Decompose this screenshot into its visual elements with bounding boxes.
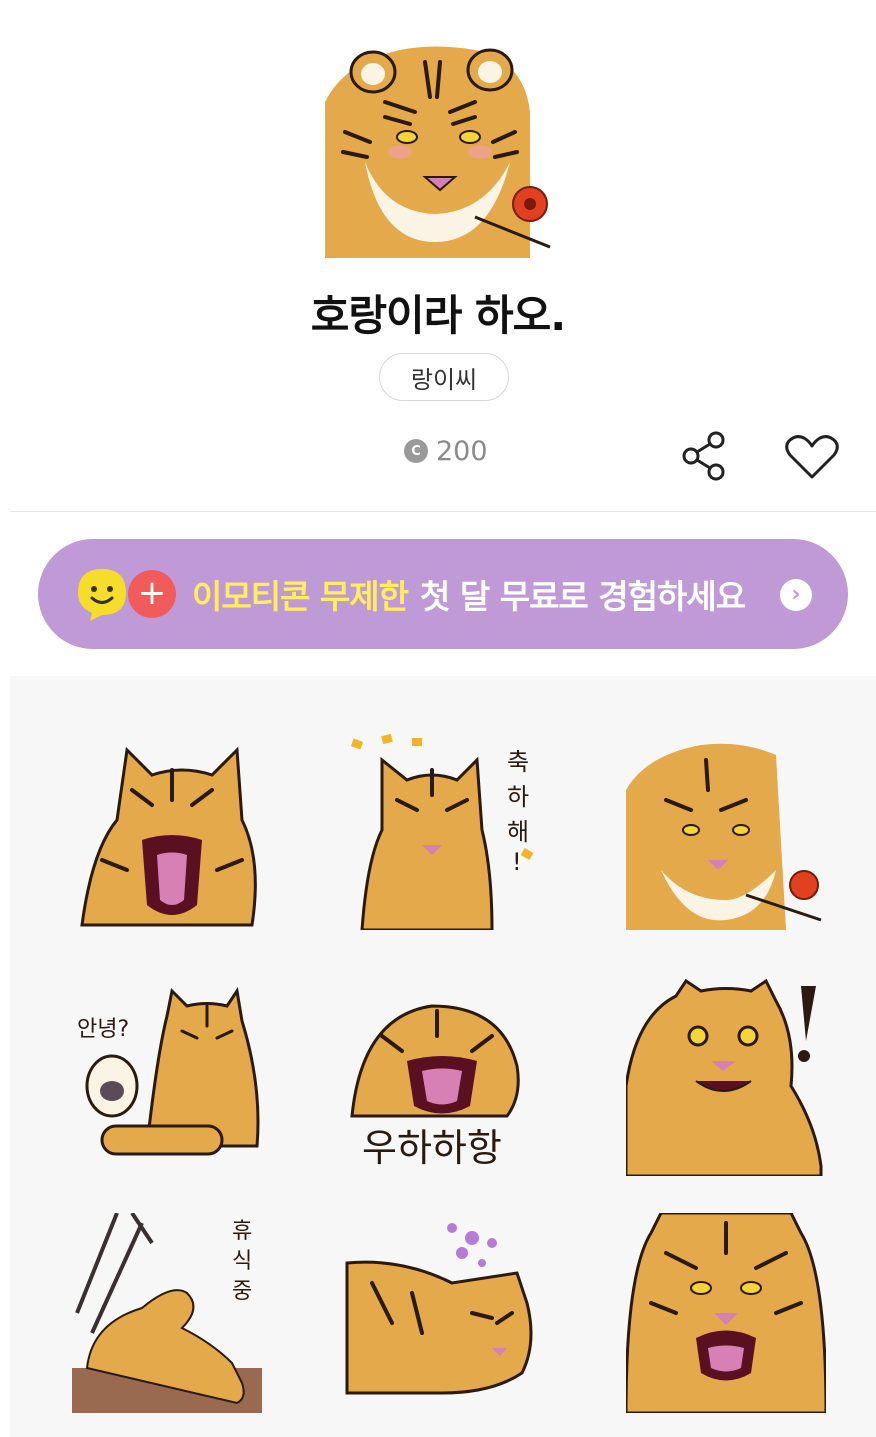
hero-sticker-thumbnail xyxy=(325,42,555,258)
chevron-right-icon: › xyxy=(780,579,812,611)
svg-text:안녕?: 안녕? xyxy=(77,1017,129,1042)
sticker-tiger-roaring[interactable]: 우하하항 xyxy=(342,976,542,1176)
svg-text:휴: 휴 xyxy=(232,1219,252,1244)
plus-icon: + xyxy=(128,570,176,618)
svg-text:우하하항: 우하하항 xyxy=(362,1126,502,1170)
like-button[interactable] xyxy=(784,432,840,482)
sticker-tiger-sleeping[interactable] xyxy=(342,1213,542,1413)
share-button[interactable] xyxy=(680,430,730,482)
price: C 200 xyxy=(404,433,488,469)
sticker-tiger-resting[interactable]: 휴 식 중 xyxy=(72,1213,272,1413)
sticker-tiger-yawning[interactable] xyxy=(72,730,272,930)
price-value: 200 xyxy=(436,435,488,467)
promo-rest: 첫 달 무료로 경험하세요 xyxy=(420,577,746,616)
heart-icon xyxy=(785,435,839,479)
sticker-tiger-congrats[interactable]: 축 하 해 ! xyxy=(342,730,542,930)
sticker-tiger-waving[interactable]: 안녕? xyxy=(72,976,272,1176)
svg-text:!: ! xyxy=(512,848,522,876)
sticker-grid: 축 하 해 ! 안녕? 우하하항 휴 식 중 xyxy=(10,676,876,1437)
sticker-tiger-growling[interactable] xyxy=(626,1213,826,1413)
share-icon xyxy=(682,431,725,481)
divider xyxy=(10,511,876,512)
sticker-tiger-with-flower[interactable] xyxy=(626,730,826,930)
svg-text:축: 축 xyxy=(507,748,529,776)
svg-text:해: 해 xyxy=(507,818,529,846)
smiley-speech-icon xyxy=(78,569,126,621)
sticker-tiger-surprised[interactable] xyxy=(626,976,826,1176)
promo-text: 이모티콘 무제한 첫 달 무료로 경험하세요 xyxy=(192,569,746,619)
svg-text:식: 식 xyxy=(232,1249,252,1274)
page-title: 호랑이라 하오. xyxy=(310,291,566,340)
svg-text:하: 하 xyxy=(507,783,529,811)
svg-text:중: 중 xyxy=(232,1279,252,1304)
author-chip[interactable]: 랑이씨 xyxy=(379,353,509,401)
promo-highlight: 이모티콘 무제한 xyxy=(192,577,409,616)
coin-icon: C xyxy=(404,439,428,463)
promo-banner[interactable]: + 이모티콘 무제한 첫 달 무료로 경험하세요 › xyxy=(38,539,848,649)
